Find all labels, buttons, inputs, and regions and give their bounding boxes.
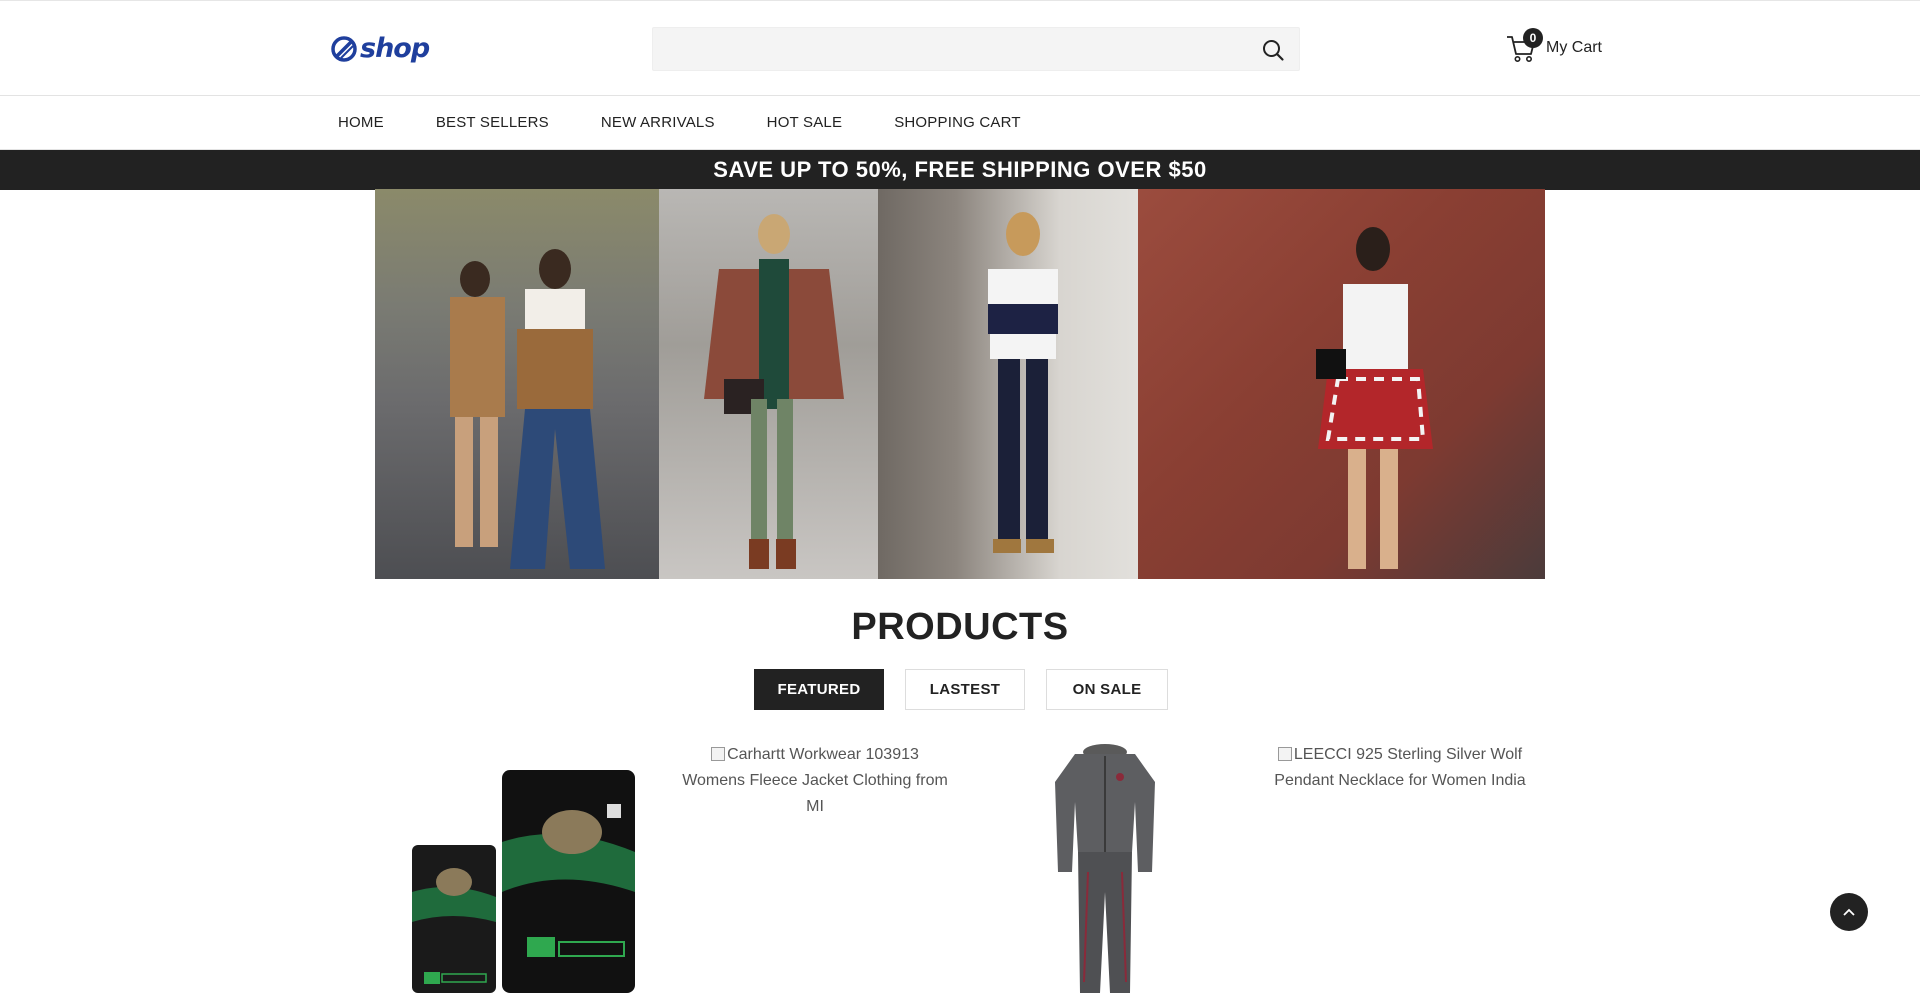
nav-item-hot-sale[interactable]: HOT SALE: [767, 114, 843, 131]
logo-mark-icon: [331, 35, 357, 62]
broken-image-icon: [1277, 747, 1292, 761]
search-input[interactable]: [653, 28, 1299, 70]
promo-text: SAVE UP TO 50%, FREE SHIPPING OVER $50: [713, 157, 1207, 182]
tab-lastest[interactable]: LASTEST: [905, 669, 1025, 710]
promo-banner: SAVE UP TO 50%, FREE SHIPPING OVER $50: [0, 150, 1920, 190]
banner-figure: [450, 249, 605, 569]
logo[interactable]: shop: [330, 33, 430, 64]
hero-banner-image[interactable]: [375, 189, 1545, 579]
product-tabs: FEATURED LASTEST ON SALE: [754, 669, 1168, 710]
banner-panel-street-1: [375, 189, 659, 579]
broken-image-icon: [711, 747, 726, 761]
product-card[interactable]: LEECCI 925 Sterling Silver Wolf Pendant …: [1265, 742, 1535, 794]
product-image-alt: LEECCI 925 Sterling Silver Wolf Pendant …: [1265, 742, 1535, 794]
cart-count-badge: 0: [1523, 28, 1543, 48]
nav-item-shopping-cart[interactable]: SHOPPING CART: [894, 114, 1021, 131]
banner-panel-street-3: [878, 189, 1138, 579]
cart-icon-wrap: 0: [1506, 28, 1543, 63]
tab-on-sale[interactable]: ON SALE: [1046, 669, 1168, 710]
banner-figure: [988, 212, 1058, 553]
chevron-up-icon: [1843, 908, 1855, 916]
cart-link[interactable]: 0 My Cart: [1506, 28, 1602, 63]
banner-figure: [1316, 227, 1433, 569]
banner-panel-street-4: [1138, 189, 1545, 579]
nav-item-best-sellers[interactable]: BEST SELLERS: [436, 114, 549, 131]
product-image-alt: Carhartt Workwear 103913 Womens Fleece J…: [680, 742, 950, 820]
product-image-tracksuit: [1055, 744, 1155, 993]
logo-text: shop: [360, 33, 430, 64]
search-icon: [1263, 40, 1284, 61]
main-nav: HOME BEST SELLERS NEW ARRIVALS HOT SALE …: [0, 96, 1920, 150]
site-header: shop 0 My Cart: [0, 0, 1920, 96]
product-card[interactable]: [1040, 742, 1170, 993]
banner-panel-street-2: [659, 189, 878, 579]
nav-item-new-arrivals[interactable]: NEW ARRIVALS: [601, 114, 715, 131]
product-card[interactable]: [402, 742, 652, 993]
cart-label: My Cart: [1546, 39, 1602, 56]
product-image-dog-food: [412, 770, 635, 993]
product-card[interactable]: Carhartt Workwear 103913 Womens Fleece J…: [680, 742, 950, 820]
product-image-alt-text: LEECCI 925 Sterling Silver Wolf Pendant …: [1274, 746, 1526, 789]
banner-figure: [704, 214, 844, 569]
nav-item-home[interactable]: HOME: [338, 114, 384, 131]
search-button[interactable]: [1261, 38, 1285, 62]
back-to-top-button[interactable]: [1830, 893, 1868, 931]
products-heading: PRODUCTS: [851, 606, 1069, 648]
tab-featured[interactable]: FEATURED: [754, 669, 884, 710]
search-bar: [652, 27, 1300, 71]
